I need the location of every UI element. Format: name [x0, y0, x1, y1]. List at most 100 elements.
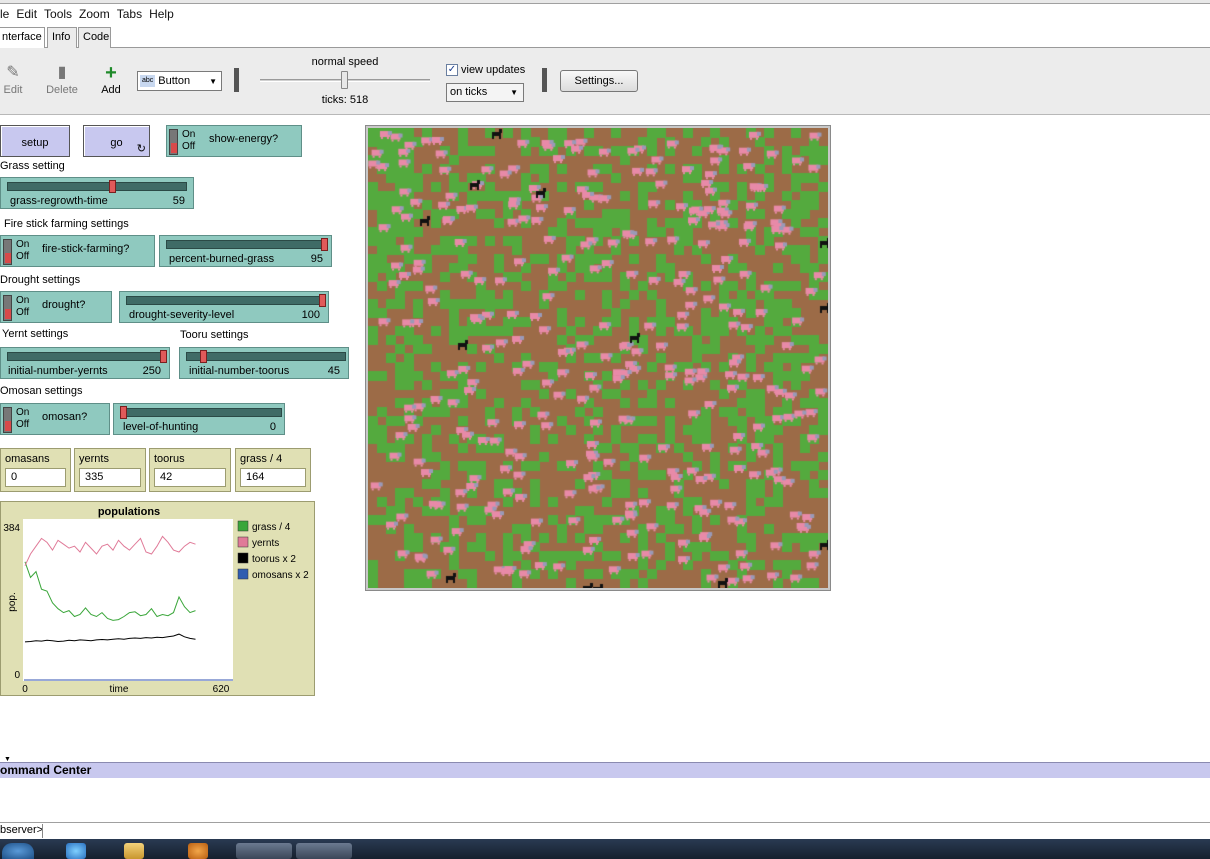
menu-help[interactable]: Help [149, 7, 174, 21]
omosan-switch[interactable]: On Off omosan? [0, 403, 110, 435]
toolbar-separator [234, 68, 239, 92]
initial-toorus-slider[interactable]: initial-number-toorus 45 [179, 347, 349, 379]
slider-track[interactable] [166, 240, 328, 249]
view-updates-checkbox[interactable]: ✓ [446, 64, 458, 76]
plot-area [23, 519, 233, 681]
switch-toggle[interactable]: On Off [169, 129, 197, 155]
setup-button[interactable]: setup [0, 125, 70, 157]
update-mode-select[interactable]: on ticks ▼ [446, 83, 524, 102]
switch-on-label: On [182, 129, 196, 140]
delete-tool[interactable]: ▮ Delete [44, 62, 80, 96]
switch-toggle[interactable]: On Off [3, 295, 31, 321]
initial-yernts-slider[interactable]: initial-number-yernts 250 [0, 347, 170, 379]
menu-zoom[interactable]: Zoom [79, 7, 110, 21]
menu-edit[interactable]: Edit [16, 7, 37, 21]
slider-track[interactable] [186, 352, 346, 361]
switch-toggle[interactable]: On Off [3, 407, 31, 433]
slider-thumb[interactable] [109, 180, 117, 193]
monitor-name: grass / 4 [240, 453, 283, 465]
switch-on-label: On [16, 407, 30, 418]
y-tick-max: 384 [3, 523, 20, 534]
hunting-slider[interactable]: level-of-hunting 0 [113, 403, 285, 435]
chevron-down-icon: ▼ [510, 88, 518, 97]
ie-icon[interactable] [66, 843, 86, 859]
menu-file[interactable]: le [0, 7, 9, 21]
command-center-output [0, 778, 1210, 822]
x-tick-max: 620 [213, 684, 230, 695]
populations-chart: populations 384 0 0 620 time pop. grass … [3, 506, 309, 695]
edit-label: Edit [3, 84, 23, 96]
switch-handle [169, 129, 178, 155]
observer-prompt[interactable]: bserver> [0, 822, 1210, 839]
switch-toggle[interactable]: On Off [3, 239, 31, 265]
monitor-value: 0 [5, 468, 66, 487]
slider-thumb[interactable] [321, 238, 328, 251]
slider-thumb[interactable] [199, 350, 207, 363]
add-tool[interactable]: + Add [98, 62, 124, 96]
slider-track[interactable] [126, 296, 326, 305]
fire-settings-label: Fire stick farming settings [4, 218, 129, 230]
speed-slider-thumb[interactable] [341, 71, 348, 89]
slider-track[interactable] [7, 352, 167, 361]
slider-track[interactable] [7, 182, 187, 191]
chevron-down-icon: ▼ [209, 76, 217, 86]
slider-name: initial-number-yernts [8, 365, 108, 377]
pencil-icon: ✎ [6, 64, 20, 81]
slider-track[interactable] [120, 408, 282, 417]
menu-tabs[interactable]: Tabs [117, 7, 142, 21]
toolbar: ✎ Edit ▮ Delete + Add abc Button ▼ norma… [0, 48, 1210, 115]
fire-stick-switch[interactable]: On Off fire-stick-farming? [0, 235, 155, 267]
world-view[interactable] [365, 125, 831, 591]
legend-swatch-1 [237, 536, 249, 548]
grass-regrowth-slider[interactable]: grass-regrowth-time 59 [0, 177, 194, 209]
legend-label-1: yernts [252, 538, 279, 549]
speed-label: normal speed [311, 56, 379, 68]
command-center-header[interactable]: ommand Center [0, 762, 1210, 778]
show-energy-switch[interactable]: On Off show-energy? [166, 125, 302, 157]
populations-plot: populations 384 0 0 620 time pop. grass … [0, 501, 315, 696]
percent-burned-slider[interactable]: percent-burned-grass 95 [159, 235, 332, 267]
plot-title: populations [98, 506, 160, 518]
netlogo-task[interactable] [296, 843, 352, 859]
tab-interface[interactable]: nterface [0, 27, 45, 49]
slider-name: initial-number-toorus [189, 365, 290, 377]
legend-label-3: omosans x 2 [252, 570, 309, 581]
legend-swatch-3 [237, 568, 249, 580]
slider-thumb[interactable] [120, 406, 127, 419]
go-label: go [110, 137, 123, 149]
folder-icon[interactable] [124, 843, 144, 859]
delete-label: Delete [46, 84, 78, 96]
slider-name: drought-severity-level [129, 309, 235, 321]
tab-code[interactable]: Code [78, 27, 111, 48]
drought-severity-slider[interactable]: drought-severity-level 100 [119, 291, 329, 323]
slider-thumb[interactable] [319, 294, 326, 307]
edit-tool[interactable]: ✎ Edit [0, 62, 26, 96]
slider-name: grass-regrowth-time [10, 195, 108, 207]
widget-type-value: Button [158, 75, 191, 87]
switch-handle [3, 407, 12, 433]
legend-label-0: grass / 4 [252, 522, 291, 533]
monitor-name: yernts [79, 453, 109, 465]
slider-name: level-of-hunting [123, 421, 199, 433]
grass-monitor: grass / 4 164 [235, 448, 311, 492]
y-axis-label: pop. [7, 592, 18, 611]
widget-type-select[interactable]: abc Button ▼ [137, 71, 222, 91]
tab-bar: nterface Info Code [0, 27, 1210, 49]
go-button[interactable]: go ↻ [83, 125, 150, 157]
drought-switch[interactable]: On Off drought? [0, 291, 112, 323]
command-input[interactable] [42, 824, 1210, 838]
menu-tools[interactable]: Tools [44, 7, 72, 21]
drought-settings-label: Drought settings [0, 274, 81, 286]
switch-off-label: Off [16, 307, 30, 318]
world-canvas[interactable] [368, 128, 828, 588]
start-button-icon[interactable] [2, 843, 34, 859]
slider-value: 0 [269, 421, 276, 433]
slider-thumb[interactable] [160, 350, 167, 363]
monitor-value: 335 [79, 468, 141, 487]
chrome-task[interactable] [236, 843, 292, 859]
switch-name: fire-stick-farming? [42, 243, 130, 255]
legend-swatch-0 [237, 520, 249, 532]
media-icon[interactable] [188, 843, 208, 859]
tab-info[interactable]: Info [47, 27, 77, 48]
settings-button[interactable]: Settings... [560, 70, 638, 92]
